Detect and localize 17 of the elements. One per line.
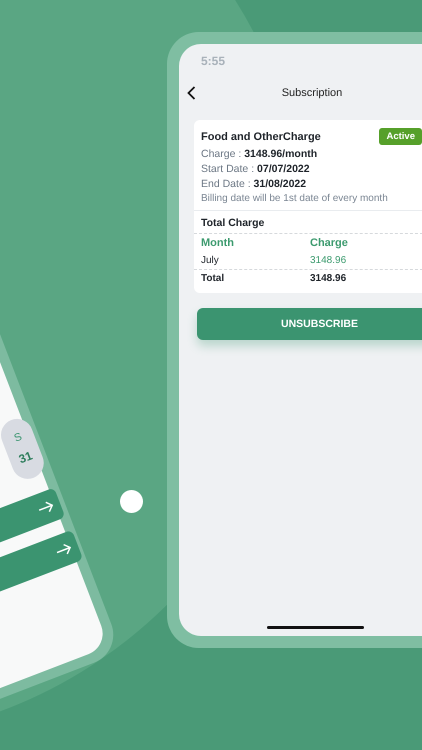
status-time: 5:55 bbox=[201, 54, 226, 68]
detail-line: End Date : 31/08/2022 bbox=[200, 177, 308, 190]
total-value: 3148.96 bbox=[310, 273, 348, 284]
table-cell-text: July bbox=[201, 255, 220, 266]
back-icon[interactable] bbox=[187, 86, 196, 100]
total-label: Total bbox=[201, 273, 226, 284]
billing-note: Billing date will be 1st date of every month bbox=[194, 190, 422, 211]
unsubscribe-button[interactable]: UNSUBSCRIBE bbox=[197, 308, 422, 340]
screen-title: Subscription bbox=[280, 87, 344, 99]
detail-line: Start Date : 07/07/2022 bbox=[200, 162, 311, 175]
status-badge: Active bbox=[379, 128, 422, 145]
column-header: Charge bbox=[310, 237, 349, 249]
plan-name: Food and OtherCharge bbox=[201, 130, 321, 142]
detail-line: Charge : 3148.96/month bbox=[200, 147, 318, 160]
table-cell-text: 3148.96 bbox=[310, 255, 348, 266]
section-title: Total Charge bbox=[194, 211, 422, 234]
column-header: Month bbox=[201, 237, 235, 249]
